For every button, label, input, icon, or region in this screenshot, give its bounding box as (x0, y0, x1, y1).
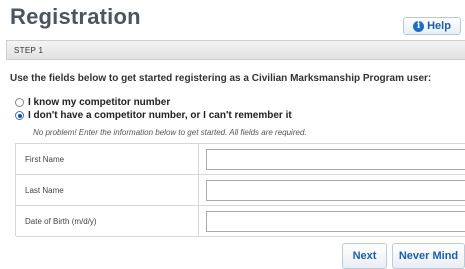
first-name-label: First Name (25, 155, 65, 164)
form-row-last-name: Last Name (16, 175, 465, 206)
next-button[interactable]: Next (342, 243, 387, 269)
option-know-number-label: I know my competitor number (28, 97, 171, 108)
info-icon: i (413, 20, 425, 32)
option-no-number[interactable]: I don't have a competitor number, or I c… (15, 110, 292, 121)
never-mind-button[interactable]: Never Mind (392, 243, 465, 269)
form-row-first-name: First Name (16, 144, 465, 175)
step-header: STEP 1 (6, 40, 465, 60)
option-no-number-label: I don't have a competitor number, or I c… (28, 110, 292, 121)
registration-form: First Name Last Name Date of Birth (m/d/… (15, 143, 465, 237)
intro-text: Use the fields below to get started regi… (10, 73, 432, 84)
last-name-label: Last Name (25, 186, 64, 195)
radio-no-number[interactable] (15, 111, 24, 120)
first-name-input[interactable] (206, 149, 465, 170)
option-know-number[interactable]: I know my competitor number (15, 97, 170, 108)
radio-know-number[interactable] (15, 98, 24, 107)
instruction-note: No problem! Enter the information below … (33, 128, 307, 137)
last-name-input[interactable] (206, 180, 465, 201)
step-label: STEP 1 (14, 46, 44, 55)
help-button[interactable]: i Help (403, 17, 461, 35)
form-row-dob: Date of Birth (m/d/y) (16, 206, 465, 237)
page-title: Registration (10, 4, 141, 29)
help-button-label: Help (427, 20, 451, 32)
dob-label: Date of Birth (m/d/y) (25, 217, 97, 226)
dob-input[interactable] (206, 211, 465, 232)
